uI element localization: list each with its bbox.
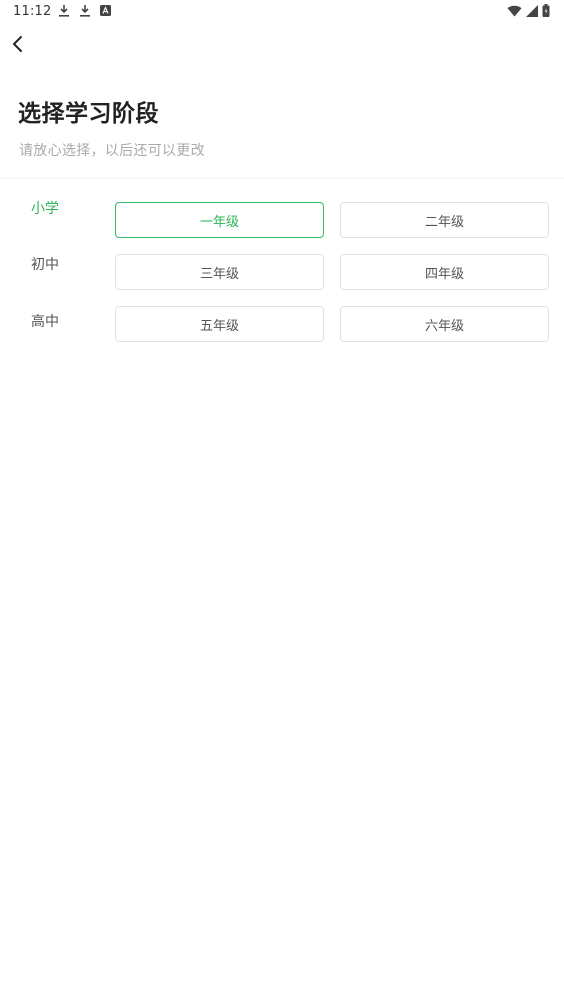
page-title: 选择学习阶段 bbox=[18, 101, 159, 127]
status-bar: 11:12 bbox=[0, 0, 564, 24]
status-time: 11:12 bbox=[13, 4, 52, 19]
download-icon bbox=[58, 4, 70, 17]
grade-button-1[interactable]: 一年级 bbox=[115, 202, 324, 238]
status-system-icons bbox=[507, 4, 550, 17]
signal-icon bbox=[526, 4, 538, 17]
screen: 11:12 选择学习阶段 请放心选择，以后还可以更改 小学 初中 高中 一年级 … bbox=[0, 0, 564, 1004]
stage-tab-senior-high[interactable]: 高中 bbox=[31, 311, 59, 331]
a-badge-icon bbox=[100, 5, 111, 16]
divider bbox=[0, 177, 564, 179]
download-icon bbox=[79, 4, 91, 17]
back-button[interactable] bbox=[6, 32, 30, 56]
stage-tab-primary[interactable]: 小学 bbox=[31, 198, 59, 218]
grade-button-5[interactable]: 五年级 bbox=[115, 306, 324, 342]
grade-button-6[interactable]: 六年级 bbox=[340, 306, 549, 342]
stage-tab-junior-high[interactable]: 初中 bbox=[31, 254, 59, 274]
page-subtitle: 请放心选择，以后还可以更改 bbox=[19, 143, 205, 159]
grade-button-2[interactable]: 二年级 bbox=[340, 202, 549, 238]
battery-icon bbox=[542, 4, 550, 17]
grade-button-4[interactable]: 四年级 bbox=[340, 254, 549, 290]
wifi-icon bbox=[507, 5, 522, 17]
status-notification-icons bbox=[58, 4, 111, 17]
grade-button-3[interactable]: 三年级 bbox=[115, 254, 324, 290]
chevron-left-icon bbox=[13, 36, 22, 52]
